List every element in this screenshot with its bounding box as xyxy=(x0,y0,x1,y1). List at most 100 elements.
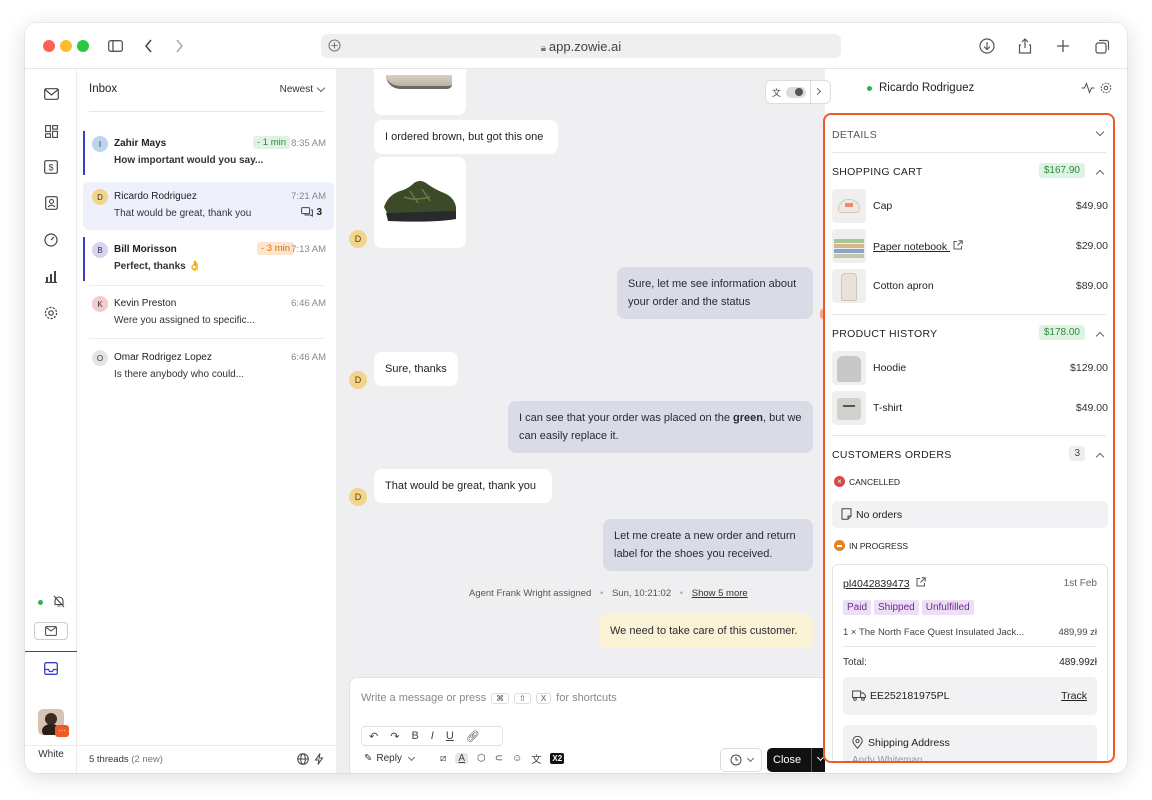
chevron-down-icon[interactable] xyxy=(1095,127,1105,137)
thread-preview: That would be great, thank you xyxy=(114,208,252,219)
lock-icon: 🔒︎ xyxy=(540,43,549,54)
chevron-right-icon xyxy=(813,87,822,96)
speed-gauge-icon[interactable] xyxy=(41,230,61,250)
snooze-button[interactable] xyxy=(720,748,762,772)
tag-unfulfilled: Unfulfilled xyxy=(921,600,974,615)
bold-icon[interactable]: B xyxy=(411,730,418,742)
cart-item[interactable]: Paper notebook $29.00 xyxy=(832,229,1108,263)
text-color-icon[interactable]: A xyxy=(455,753,469,764)
auto-translate-toggle[interactable]: 文 xyxy=(765,80,831,104)
minimize-window-button[interactable] xyxy=(60,40,72,52)
thread-item[interactable]: O Omar Rodrigez Lopez 6:46 AM Is there a… xyxy=(83,343,334,391)
internal-note: We need to take care of this customer. xyxy=(599,614,813,648)
attachment-icon[interactable]: ⊂ xyxy=(495,753,503,764)
order-id-link[interactable]: pl4042839473 xyxy=(843,577,926,590)
lightning-icon[interactable] xyxy=(314,753,324,768)
address-bar[interactable]: 🔒︎ app.zowie.ai xyxy=(321,34,841,58)
activity-icon[interactable] xyxy=(1081,81,1095,97)
pencil-icon: ✎ xyxy=(364,753,373,764)
track-link[interactable]: Track xyxy=(1061,690,1087,702)
back-icon[interactable] xyxy=(139,36,159,56)
italic-icon[interactable]: I xyxy=(431,730,434,742)
order-total: 489.99zł xyxy=(1059,657,1097,668)
message-outgoing: Sure, let me see information about your … xyxy=(617,267,813,319)
maximize-window-button[interactable] xyxy=(77,40,89,52)
product-name: Hoodie xyxy=(873,362,907,374)
thread-contact-name: Omar Rodrigez Lopez xyxy=(114,352,212,363)
mail-icon[interactable] xyxy=(41,84,61,104)
history-item[interactable]: Hoodie $129.00 xyxy=(832,351,1108,385)
external-link-icon xyxy=(953,240,963,253)
settings-gear-icon[interactable] xyxy=(41,303,61,323)
share-icon[interactable] xyxy=(1015,36,1035,56)
history-item[interactable]: T-shirt $49.00 xyxy=(832,391,1108,425)
tab-overview-icon[interactable] xyxy=(1092,36,1112,56)
reply-mode-dropdown[interactable]: ✎ Reply xyxy=(364,753,416,764)
tag-shipped: Shipped xyxy=(874,600,919,615)
product-name: Cap xyxy=(873,200,893,212)
chevron-up-icon[interactable] xyxy=(1095,331,1105,341)
thread-time: 6:46 AM xyxy=(291,352,326,363)
emoji-icon[interactable]: ☺ xyxy=(512,753,522,764)
forward-icon[interactable] xyxy=(169,36,189,56)
thread-item[interactable]: I Zahir Mays - 1 min 8:35 AM How importa… xyxy=(83,129,334,177)
inbox-tray-icon[interactable] xyxy=(41,658,61,678)
analytics-icon[interactable] xyxy=(41,266,61,286)
message-image-top[interactable] xyxy=(374,69,466,115)
chevron-up-icon[interactable] xyxy=(1095,169,1105,179)
link-icon[interactable]: 🔗︎ xyxy=(466,730,480,743)
new-tab-icon[interactable] xyxy=(1053,36,1073,56)
message-incoming: Sure, thanks xyxy=(374,352,458,386)
billing-icon[interactable]: $ xyxy=(41,157,61,177)
thread-item[interactable]: B Bill Morisson - 3 min 7:13 AM Perfect,… xyxy=(83,235,334,283)
product-price: $49.90 xyxy=(1075,200,1108,212)
order-tags: Paid Shipped Unfulfilled xyxy=(843,600,977,615)
sort-dropdown[interactable]: Newest xyxy=(280,83,326,95)
format-toolbar: ↶ ↷ B I U 🔗︎ xyxy=(361,726,503,746)
panel-settings-icon[interactable] xyxy=(1100,82,1112,97)
undo-icon[interactable]: ↶ xyxy=(369,730,378,743)
close-window-button[interactable] xyxy=(43,40,55,52)
product-price: $49.00 xyxy=(1075,402,1108,414)
contacts-icon[interactable] xyxy=(41,193,61,213)
message-composer: Write a message or press ⌘ ⇧ X for short… xyxy=(349,677,825,773)
shipping-name: Andy Whiteman xyxy=(852,755,923,763)
product-link[interactable]: Paper notebook xyxy=(873,240,963,253)
notifications-off-icon[interactable] xyxy=(52,593,66,609)
slash-command-icon[interactable]: ⧄ xyxy=(440,753,446,764)
compose-mail-button[interactable] xyxy=(34,622,68,640)
cart-item[interactable]: Cap $49.90 xyxy=(832,189,1108,223)
cube-icon[interactable]: ⬡ xyxy=(477,753,486,764)
hoodie-image xyxy=(832,351,866,385)
close-conversation-button[interactable]: Close xyxy=(767,748,825,772)
dashboard-icon[interactable] xyxy=(41,121,61,141)
shoe-image[interactable] xyxy=(374,157,466,248)
thread-contact-name: Kevin Preston xyxy=(114,298,177,309)
shopping-cart-header: SHOPPING CART xyxy=(832,166,923,178)
message-incoming: I ordered brown, but got this one xyxy=(374,120,558,154)
customer-avatar: D xyxy=(349,230,367,248)
composer-input[interactable]: Write a message or press ⌘ ⇧ X for short… xyxy=(361,692,617,704)
chevron-up-icon[interactable] xyxy=(1095,452,1105,462)
underline-icon[interactable]: U xyxy=(446,730,454,742)
chat-bubbles-icon xyxy=(301,207,314,217)
redo-icon[interactable]: ↷ xyxy=(390,730,399,743)
show-more-link[interactable]: Show 5 more xyxy=(692,588,748,599)
thread-count: 5 threads (2 new) xyxy=(89,754,163,765)
tag-paid: Paid xyxy=(843,600,872,615)
globe-icon[interactable] xyxy=(297,753,309,768)
download-icon[interactable] xyxy=(977,36,997,56)
chevron-down-icon xyxy=(316,83,326,93)
translate-icon[interactable]: 文 xyxy=(531,751,541,766)
contact-avatar: K xyxy=(92,296,108,312)
customer-orders-header: CUSTOMERS ORDERS xyxy=(832,449,952,461)
clock-icon xyxy=(730,754,741,766)
rail-divider xyxy=(25,651,77,652)
sidebar-toggle-icon[interactable] xyxy=(105,36,125,56)
thread-item-selected[interactable]: D Ricardo Rodriguez 7:21 AM That would b… xyxy=(83,182,334,230)
message-outgoing: I can see that your order was placed on … xyxy=(508,401,813,453)
x2-button[interactable]: X2 xyxy=(550,753,565,764)
conversation-panel: I ordered brown, but got this one D Sure… xyxy=(337,69,825,773)
cart-item[interactable]: Cotton apron $89.00 xyxy=(832,269,1108,303)
thread-item[interactable]: K Kevin Preston 6:46 AM Were you assigne… xyxy=(83,289,334,337)
